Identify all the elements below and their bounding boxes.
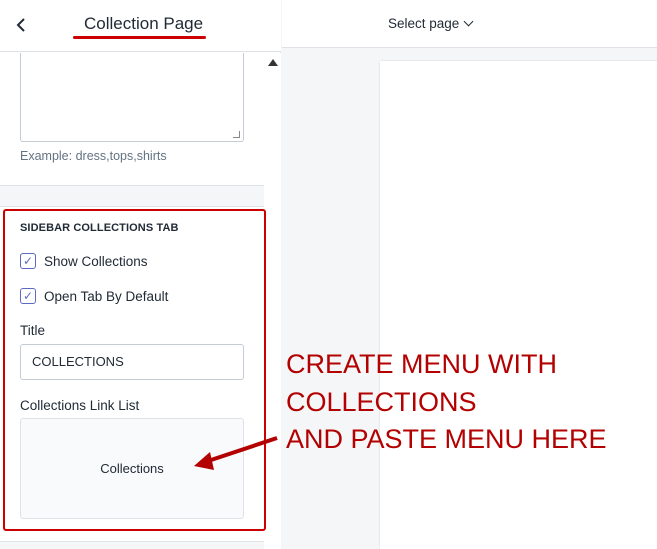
link-list-value: Collections <box>100 461 164 476</box>
select-page-label: Select page <box>388 16 460 31</box>
title-label: Title <box>20 323 46 338</box>
page-title: Collection Page <box>84 14 204 33</box>
checkbox-checked-icon[interactable]: ✓ <box>20 288 36 304</box>
scroll-up-icon[interactable] <box>268 59 278 66</box>
show-collections-toggle[interactable]: ✓ Show Collections <box>20 252 148 270</box>
instruction-annotation: CREATE MENU WITH COLLECTIONS AND PASTE M… <box>286 346 607 459</box>
title-input[interactable]: COLLECTIONS <box>20 344 244 380</box>
preview-topbar: Select page <box>282 0 657 48</box>
preview-area <box>282 49 657 549</box>
tags-textarea[interactable] <box>20 53 244 142</box>
arrow-icon <box>194 436 278 470</box>
tags-panel: Example: dress,tops,shirts <box>0 53 264 186</box>
title-underline-annotation <box>73 36 206 39</box>
preview-page[interactable] <box>380 61 657 549</box>
link-list-label: Collections Link List <box>20 398 140 413</box>
sidebar-header: Collection Page <box>0 0 281 52</box>
resize-handle-icon[interactable] <box>233 131 240 138</box>
section-heading: SIDEBAR COLLECTIONS TAB <box>20 222 179 234</box>
sidebar-collections-section: SIDEBAR COLLECTIONS TAB ✓ Show Collectio… <box>0 206 264 542</box>
annotation-line: CREATE MENU WITH <box>286 349 557 379</box>
tags-hint: Example: dress,tops,shirts <box>20 149 167 163</box>
chevron-down-icon <box>463 16 474 26</box>
back-button[interactable] <box>12 14 34 36</box>
checkbox-checked-icon[interactable]: ✓ <box>20 253 36 269</box>
show-collections-label: Show Collections <box>44 253 148 269</box>
annotation-line: AND PASTE MENU HERE <box>286 424 607 454</box>
annotation-line: COLLECTIONS <box>286 386 477 417</box>
open-tab-label: Open Tab By Default <box>44 288 169 304</box>
chevron-left-icon <box>16 18 25 32</box>
select-page-dropdown[interactable]: Select page <box>388 16 474 31</box>
open-tab-toggle[interactable]: ✓ Open Tab By Default <box>20 287 168 305</box>
